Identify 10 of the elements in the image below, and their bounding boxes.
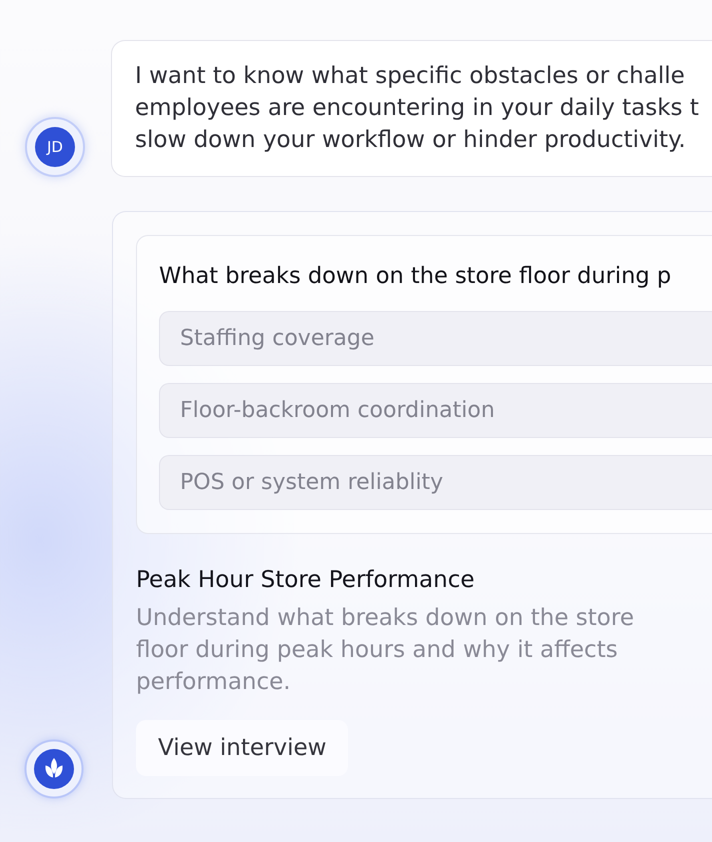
question-title: What breaks down on the store floor during p [159,262,672,291]
answer-option[interactable]: Staffing coverage [159,311,712,366]
sprout-avatar-icon [24,739,84,799]
interview-description: Understand what breaks down on the store floor during peak hours and why it affects performance. [136,604,635,697]
view-interview-button[interactable]: View interview [136,720,348,776]
interview-title: Peak Hour Store Performance [136,566,476,595]
user-avatar: JD [25,117,85,177]
message-text: I want to know what specific obstacles or challe employees are encountering in your daily tasks t slow down your workflow or hinder productivity. [135,62,700,155]
answer-option[interactable]: Floor-backroom coordination [159,383,712,438]
answer-option[interactable]: POS or system reliablity [159,455,712,510]
